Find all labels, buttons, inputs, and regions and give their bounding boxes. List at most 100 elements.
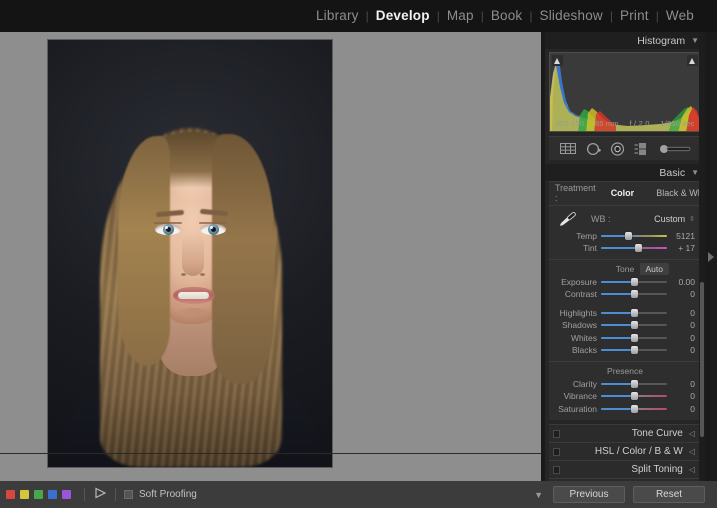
- panel-enable-switch[interactable]: [553, 447, 560, 456]
- chevron-left-icon: ◁: [688, 464, 695, 474]
- tint-slider-track[interactable]: [601, 243, 667, 253]
- reset-button[interactable]: Reset: [633, 486, 705, 503]
- module-web[interactable]: Web: [659, 0, 701, 32]
- module-map[interactable]: Map: [440, 0, 481, 32]
- collapse-right-panel-arrow[interactable]: [705, 32, 717, 481]
- eyelid-right: [199, 222, 227, 224]
- toolbar-divider: [115, 488, 116, 501]
- contrast-slider-row[interactable]: Contrast 0: [555, 289, 695, 301]
- clarity-slider-knob[interactable]: [630, 379, 638, 388]
- blacks-slider-knob[interactable]: [630, 346, 638, 355]
- vibrance-slider-row[interactable]: Vibrance 0: [555, 391, 695, 403]
- hsl-color-bw-label: HSL / Color / B & W: [594, 445, 683, 457]
- shutter-speed-value: 1/250 sec: [660, 119, 695, 128]
- basic-panel-header[interactable]: Basic ▼: [545, 164, 705, 181]
- panel-hsl-color-bw[interactable]: HSL / Color / B & W ◁: [549, 441, 701, 460]
- soft-proofing-checkbox[interactable]: [124, 490, 133, 499]
- temp-slider-knob[interactable]: [625, 231, 633, 240]
- color-label-blue[interactable]: [48, 490, 57, 499]
- shadows-slider-track[interactable]: [601, 320, 667, 330]
- photo-preview[interactable]: [48, 40, 332, 467]
- vibrance-slider-track[interactable]: [601, 391, 667, 401]
- module-picker: Library | Develop | Map | Book | Slidesh…: [309, 0, 701, 32]
- highlights-value[interactable]: 0: [667, 308, 695, 318]
- white-balance-preset-value[interactable]: Custom: [654, 214, 685, 224]
- toolbar-right-group: Previous Reset: [553, 486, 717, 503]
- exposure-slider-knob[interactable]: [630, 277, 638, 286]
- panel-tone-curve[interactable]: Tone Curve ◁: [549, 423, 701, 442]
- tone-section: Tone Auto Exposure 0.00 Contrast 0 Highl…: [549, 259, 701, 361]
- highlights-slider-row[interactable]: Highlights 0: [555, 307, 695, 319]
- catchlight-right: [210, 226, 213, 229]
- temp-value[interactable]: 5121: [667, 231, 695, 241]
- color-label-purple[interactable]: [62, 490, 71, 499]
- crop-overlay-icon[interactable]: [559, 142, 577, 155]
- clarity-slider-track[interactable]: [601, 379, 667, 389]
- module-print[interactable]: Print: [613, 0, 656, 32]
- tint-value[interactable]: + 17: [667, 243, 695, 253]
- soft-proofing-label[interactable]: Soft Proofing: [139, 489, 197, 500]
- shadows-slider-row[interactable]: Shadows 0: [555, 320, 695, 332]
- contrast-value[interactable]: 0: [667, 289, 695, 299]
- impromptu-slideshow-play-icon[interactable]: [93, 486, 107, 504]
- highlights-slider-knob[interactable]: [630, 308, 638, 317]
- treatment-color-button[interactable]: Color: [604, 187, 642, 199]
- saturation-slider-knob[interactable]: [630, 404, 638, 413]
- module-slideshow[interactable]: Slideshow: [533, 0, 610, 32]
- blacks-slider-row[interactable]: Blacks 0: [555, 345, 695, 357]
- auto-tone-button[interactable]: Auto: [639, 263, 669, 275]
- panel-enable-switch[interactable]: [553, 465, 560, 474]
- highlights-slider-track[interactable]: [601, 308, 667, 318]
- histogram-panel-header[interactable]: Histogram ▼: [545, 32, 705, 49]
- saturation-slider-row[interactable]: Saturation 0: [555, 403, 695, 415]
- color-label-red[interactable]: [6, 490, 15, 499]
- vibrance-slider-knob[interactable]: [630, 392, 638, 401]
- white-balance-selector-icon[interactable]: [555, 210, 581, 228]
- whites-value[interactable]: 0: [667, 333, 695, 343]
- contrast-slider-track[interactable]: [601, 289, 667, 299]
- shadow-clipping-indicator[interactable]: [552, 55, 563, 66]
- right-panel-scroll-thumb[interactable]: [700, 282, 704, 437]
- exposure-value[interactable]: 0.00: [667, 277, 695, 287]
- module-book[interactable]: Book: [484, 0, 530, 32]
- treatment-label: Treatment :: [555, 182, 596, 203]
- split-toning-label: Split Toning: [631, 463, 683, 475]
- color-label-green[interactable]: [34, 490, 43, 499]
- saturation-slider-track[interactable]: [601, 404, 667, 414]
- shadows-slider-knob[interactable]: [630, 321, 638, 330]
- exposure-slider-track[interactable]: [601, 277, 667, 287]
- previous-button[interactable]: Previous: [553, 486, 625, 503]
- tint-slider-row[interactable]: Tint + 17: [555, 243, 695, 255]
- vibrance-value[interactable]: 0: [667, 391, 695, 401]
- clarity-value[interactable]: 0: [667, 379, 695, 389]
- eyelid-left: [154, 222, 182, 224]
- image-work-area[interactable]: [0, 32, 541, 481]
- panel-enable-switch[interactable]: [553, 429, 560, 438]
- blacks-slider-track[interactable]: [601, 345, 667, 355]
- exposure-slider-fill: [601, 280, 634, 283]
- tint-slider-knob[interactable]: [635, 244, 643, 253]
- histogram-graph[interactable]: ISO 250 85 mm f / 2.0 1/250 sec: [549, 52, 701, 132]
- shadows-value[interactable]: 0: [667, 320, 695, 330]
- whites-slider-row[interactable]: Whites 0: [555, 332, 695, 344]
- red-eye-correction-icon[interactable]: [610, 141, 625, 156]
- color-label-yellow[interactable]: [20, 490, 29, 499]
- graduated-filter-icon[interactable]: [634, 142, 650, 156]
- whites-slider-track[interactable]: [601, 333, 667, 343]
- blacks-value[interactable]: 0: [667, 345, 695, 355]
- whites-slider-knob[interactable]: [630, 333, 638, 342]
- temp-slider-row[interactable]: Temp 5121: [555, 230, 695, 242]
- toolbar-overflow-caret[interactable]: ▼: [534, 490, 543, 500]
- panel-split-toning[interactable]: Split Toning ◁: [549, 459, 701, 478]
- module-develop[interactable]: Develop: [369, 0, 437, 32]
- spot-removal-icon[interactable]: [586, 142, 602, 156]
- module-library[interactable]: Library: [309, 0, 366, 32]
- highlight-clipping-indicator[interactable]: [687, 55, 698, 66]
- adjustment-brush-icon[interactable]: [659, 143, 691, 155]
- chevron-updown-icon[interactable]: ⇳: [689, 216, 695, 223]
- exposure-slider-row[interactable]: Exposure 0.00: [555, 276, 695, 288]
- contrast-slider-knob[interactable]: [630, 290, 638, 299]
- temp-slider-track[interactable]: [601, 231, 667, 241]
- clarity-slider-row[interactable]: Clarity 0: [555, 378, 695, 390]
- saturation-value[interactable]: 0: [667, 404, 695, 414]
